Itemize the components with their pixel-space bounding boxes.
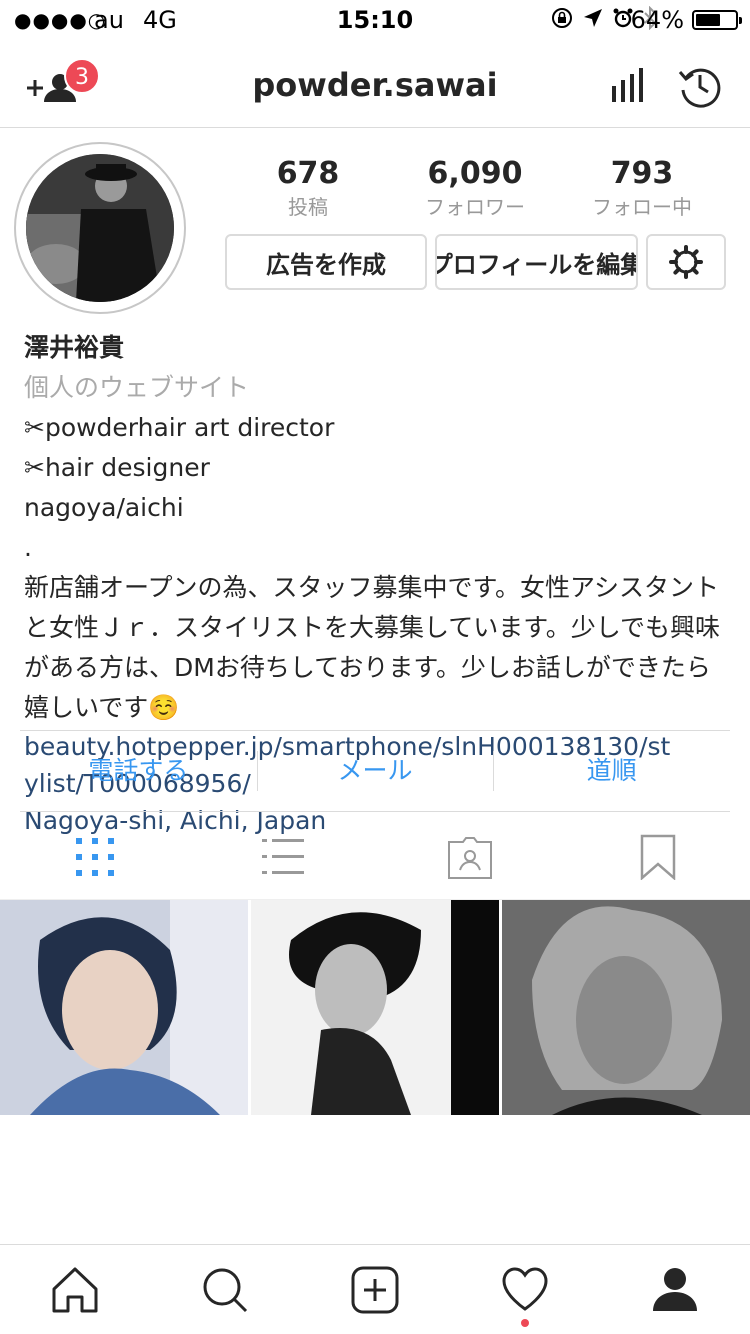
search-icon[interactable]	[200, 1265, 250, 1315]
following-count[interactable]: 793 フォロー中	[572, 156, 712, 220]
followers-label: フォロワー	[425, 195, 525, 219]
bio-line: .	[24, 533, 32, 562]
email-button[interactable]: メール	[256, 731, 494, 811]
settings-button[interactable]	[646, 234, 726, 290]
call-button[interactable]: 電話する	[20, 731, 257, 811]
contact-options: 電話する メール 道順	[20, 730, 730, 812]
posts-count[interactable]: 678 投稿	[238, 156, 378, 220]
bio-paragraph: 新店舗オープンの為、スタッフ募集中です。女性アシスタントと女性Ｊｒ．スタイリスト…	[24, 573, 721, 722]
following-number: 793	[610, 156, 674, 191]
bottom-tab-bar	[0, 1244, 750, 1334]
bio-line: ✂powderhair art director	[24, 413, 335, 442]
followers-number: 6,090	[427, 156, 523, 191]
posts-label: 投稿	[288, 195, 328, 219]
profile-view-tabs	[0, 812, 750, 900]
photo-grid	[0, 900, 750, 1115]
followers-count[interactable]: 6,090 フォロワー	[405, 156, 545, 220]
profile-icon[interactable]	[650, 1265, 700, 1315]
tagged-icon[interactable]	[446, 834, 496, 880]
list-view-icon[interactable]	[260, 834, 310, 880]
edit-profile-button[interactable]: プロフィールを編集	[435, 234, 638, 290]
rotation-lock-icon	[552, 8, 572, 28]
post-thumbnail[interactable]	[0, 900, 248, 1115]
full-name: 澤井裕貴	[24, 333, 125, 362]
grid-view-icon[interactable]	[72, 834, 122, 880]
bookmark-icon[interactable]	[638, 834, 688, 881]
following-label: フォロー中	[592, 195, 692, 219]
top-nav-bar: 3 powder.sawai	[0, 40, 750, 128]
bio-line: nagoya/aichi	[24, 493, 184, 522]
directions-button[interactable]: 道順	[493, 731, 730, 811]
profile-photo	[26, 154, 174, 302]
activity-dot	[521, 1319, 529, 1327]
battery-icon	[692, 10, 742, 30]
insights-icon[interactable]	[610, 68, 646, 106]
bio-line: ✂hair designer	[24, 453, 210, 482]
location-arrow-icon	[584, 9, 602, 27]
status-bar: ●●●●○ au 4G 15:10 64%	[0, 0, 750, 40]
home-icon[interactable]	[50, 1265, 100, 1315]
profile-category: 個人のウェブサイト	[24, 373, 250, 402]
post-thumbnail[interactable]	[251, 900, 499, 1115]
archive-history-icon[interactable]	[678, 64, 722, 112]
gear-icon	[669, 245, 703, 279]
post-thumbnail[interactable]	[502, 900, 750, 1115]
posts-number: 678	[276, 156, 340, 191]
create-ad-button[interactable]: 広告を作成	[225, 234, 427, 290]
add-post-icon[interactable]	[350, 1265, 400, 1315]
battery-percent: 64%	[630, 6, 684, 34]
heart-icon[interactable]	[500, 1265, 550, 1315]
avatar[interactable]	[14, 142, 186, 314]
